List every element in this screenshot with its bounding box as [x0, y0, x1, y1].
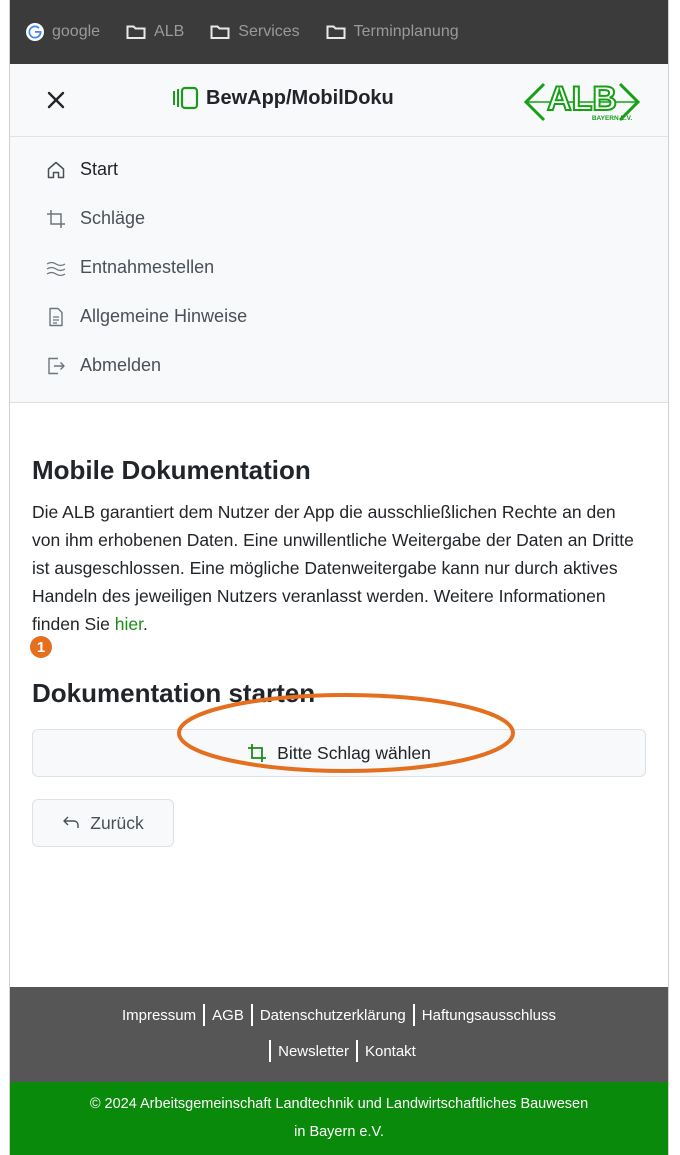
- bookmark-label: ALB: [154, 23, 185, 40]
- footer-link-datenschutz[interactable]: Datenschutzerklärung: [260, 1007, 406, 1024]
- footer-links-row: Impressum AGB Datenschutzerklärung Haftu…: [10, 1004, 668, 1026]
- info-link[interactable]: hier: [115, 614, 143, 634]
- crop-icon: [47, 209, 65, 228]
- folder-icon: [126, 25, 146, 39]
- nav-item-abmelden[interactable]: Abmelden: [10, 341, 668, 390]
- app-title: BewApp/MobilDoku: [206, 86, 394, 109]
- divider: [412, 1004, 415, 1026]
- copyright-line: in Bayern e.V.: [294, 1124, 384, 1140]
- bookmark-google[interactable]: google: [26, 23, 100, 41]
- nav-item-entnahmestellen[interactable]: Entnahmestellen: [10, 243, 668, 292]
- home-icon: [47, 161, 65, 178]
- bookmark-label: Services: [238, 23, 300, 40]
- alb-logo: ALB BAYERN E.V.: [523, 79, 641, 122]
- google-icon: [26, 23, 44, 41]
- app-window: google ALB Services Terminplanung BewApp…: [10, 0, 668, 1155]
- intro-text: Die ALB garantiert dem Nutzer der App di…: [32, 498, 646, 638]
- main-navigation: Start Schläge Entnahmestellen Allgemeine…: [10, 137, 668, 403]
- bookmarks-bar: google ALB Services Terminplanung: [10, 0, 668, 64]
- divider: [250, 1004, 253, 1026]
- step-badge: 1: [30, 636, 52, 658]
- nav-item-label: Entnahmestellen: [80, 257, 215, 277]
- app-brand[interactable]: BewApp/MobilDoku: [172, 86, 394, 110]
- start-section-title: Dokumentation starten: [32, 678, 316, 708]
- divider: [355, 1040, 358, 1062]
- logout-icon: [48, 357, 65, 374]
- nav-item-schlaege[interactable]: Schläge: [10, 194, 668, 243]
- back-arrow-icon: [63, 816, 79, 828]
- copyright-line: © 2024 Arbeitsgemeinschaft Landtechnik u…: [89, 1096, 589, 1112]
- document-icon: [49, 307, 63, 326]
- divider: [269, 1040, 272, 1062]
- svg-text:BAYERN E.V.: BAYERN E.V.: [592, 115, 633, 122]
- bookmark-alb[interactable]: ALB: [126, 23, 184, 41]
- crop-icon: [248, 744, 267, 762]
- app-header: BewApp/MobilDoku ALB BAYERN E.V.: [10, 64, 668, 137]
- folder-icon: [210, 25, 230, 39]
- bookmark-services[interactable]: Services: [210, 23, 300, 41]
- nav-item-label: Allgemeine Hinweise: [80, 306, 248, 326]
- main-content: Mobile Dokumentation Die ALB garantiert …: [10, 403, 668, 847]
- nav-item-label: Abmelden: [80, 355, 162, 375]
- choose-field-button[interactable]: Bitte Schlag wählen: [32, 729, 646, 777]
- intro-end: .: [142, 614, 148, 634]
- bookmark-label: google: [52, 23, 101, 40]
- footer-link-agb[interactable]: AGB: [212, 1007, 244, 1024]
- bookmark-terminplanung[interactable]: Terminplanung: [326, 23, 459, 41]
- page-title: Mobile Dokumentation: [32, 455, 311, 485]
- footer-links-row: Newsletter Kontakt: [10, 1040, 668, 1062]
- footer-copyright: © 2024 Arbeitsgemeinschaft Landtechnik u…: [10, 1082, 668, 1155]
- footer-link-impressum[interactable]: Impressum: [122, 1007, 196, 1024]
- water-icon: [46, 261, 66, 276]
- footer-links: Impressum AGB Datenschutzerklärung Haftu…: [10, 987, 668, 1082]
- divider: [203, 1004, 206, 1026]
- back-label: Zurück: [90, 812, 144, 833]
- folder-icon: [326, 25, 346, 39]
- bookmark-label: Terminplanung: [353, 23, 459, 40]
- back-button[interactable]: Zurück: [32, 799, 174, 847]
- nav-item-label: Schläge: [80, 208, 146, 228]
- footer-link-haftung[interactable]: Haftungsausschluss: [422, 1007, 556, 1024]
- footer-link-newsletter[interactable]: Newsletter: [278, 1043, 349, 1060]
- choose-field-label: Bitte Schlag wählen: [277, 742, 431, 763]
- nav-item-label: Start: [80, 159, 119, 179]
- mobile-device-icon: [173, 86, 199, 110]
- nav-item-start[interactable]: Start: [10, 145, 668, 194]
- footer-link-kontakt[interactable]: Kontakt: [365, 1043, 416, 1060]
- svg-text:ALB: ALB: [547, 80, 617, 118]
- nav-item-hinweise[interactable]: Allgemeine Hinweise: [10, 292, 668, 341]
- close-icon[interactable]: [44, 88, 68, 112]
